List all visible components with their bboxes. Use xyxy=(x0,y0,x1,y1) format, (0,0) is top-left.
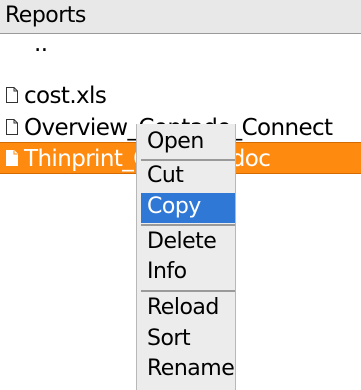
menu-item-rename[interactable]: Rename xyxy=(141,355,235,385)
file-browser-screen: Reports .. cost.xls Overview_Contado_Con… xyxy=(0,0,361,390)
file-name: cost.xls xyxy=(24,83,107,109)
folder-header: Reports xyxy=(0,0,361,34)
parent-directory-label: .. xyxy=(34,36,48,57)
menu-separator xyxy=(141,224,235,226)
menu-separator xyxy=(141,290,235,292)
file-icon xyxy=(6,150,18,166)
menu-item-open[interactable]: Open xyxy=(141,128,235,158)
menu-item-cut[interactable]: Cut xyxy=(141,162,235,192)
menu-item-reload[interactable]: Reload xyxy=(141,294,235,324)
file-icon xyxy=(6,87,18,103)
menu-item-delete[interactable]: Delete xyxy=(141,228,235,258)
parent-directory-item[interactable]: .. xyxy=(0,36,361,68)
menu-separator xyxy=(141,159,235,161)
menu-item-copy[interactable]: Copy xyxy=(141,193,235,223)
menu-item-info[interactable]: Info xyxy=(141,258,235,288)
menu-item-sort[interactable]: Sort xyxy=(141,325,235,355)
file-icon xyxy=(6,119,18,135)
context-menu: Open Cut Copy Delete Info Reload Sort Re… xyxy=(136,124,236,390)
file-item-cost[interactable]: cost.xls xyxy=(0,80,361,112)
folder-title: Reports xyxy=(5,3,86,28)
